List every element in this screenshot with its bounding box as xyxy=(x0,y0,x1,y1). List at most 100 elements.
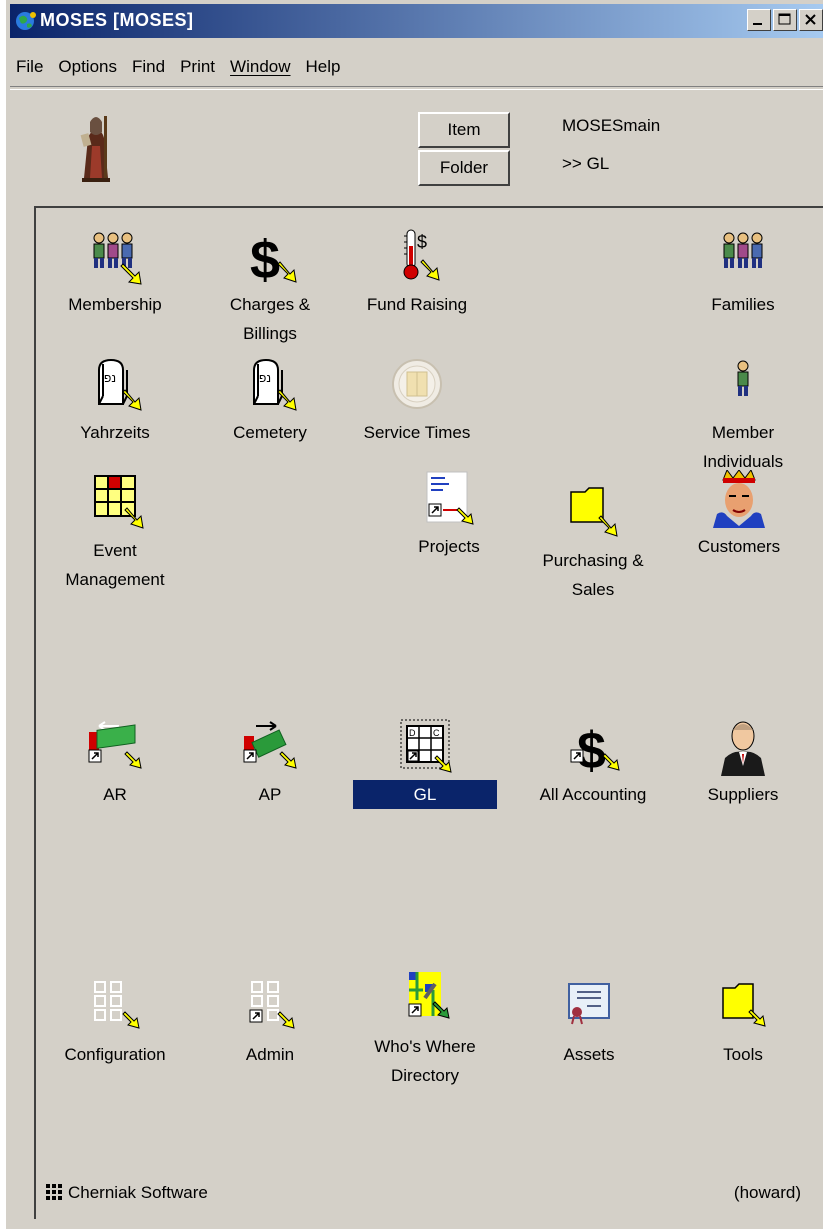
tile-gl[interactable]: D C GL xyxy=(350,718,500,809)
tile-customers[interactable]: Customers xyxy=(664,470,814,561)
tile-label: Member Individuals xyxy=(702,423,784,471)
tile-label: Tools xyxy=(723,1045,763,1064)
tile-event-management[interactable]: Event Management xyxy=(40,474,190,594)
tile-fund-raising[interactable]: $ Fund Raising xyxy=(342,228,492,319)
tile-member-individuals[interactable]: Member Individuals xyxy=(668,356,818,476)
path-label: >> GL xyxy=(562,154,610,173)
tile-suppliers[interactable]: Suppliers xyxy=(668,718,818,809)
main-window: MOSES [MOSES] File Options Find Print Wi… xyxy=(6,0,823,1229)
tile-label: Assets xyxy=(563,1045,615,1064)
svg-text:D: D xyxy=(409,728,416,738)
minimize-icon xyxy=(753,23,762,25)
tile-label: Purchasing & Sales xyxy=(542,551,644,599)
minimize-button[interactable] xyxy=(747,9,771,31)
tile-cemetery[interactable]: נפ Cemetery xyxy=(195,356,345,447)
folder-panel: Membership $ Charges & Billings $ Fund R… xyxy=(34,206,823,1219)
tile-yahrzeits[interactable]: נפ Yahrzeits xyxy=(40,356,190,447)
menu-find[interactable]: Find xyxy=(126,52,174,82)
close-button[interactable] xyxy=(799,9,823,31)
tile-tools[interactable]: Tools xyxy=(668,978,818,1069)
moses-figure-icon xyxy=(80,116,110,182)
menu-divider xyxy=(10,86,823,90)
tile-projects[interactable]: Projects xyxy=(374,470,524,561)
menu-window[interactable]: Window xyxy=(224,52,299,82)
thermometer-icon: $ xyxy=(403,229,440,281)
tile-ap[interactable]: AP xyxy=(195,718,345,809)
folder-button[interactable]: Folder xyxy=(418,150,510,186)
svg-text:נפ: נפ xyxy=(259,371,271,385)
businessman-icon xyxy=(721,721,765,776)
tile-membership[interactable]: Membership xyxy=(40,228,190,319)
tile-label: Projects xyxy=(418,537,480,556)
tile-label: Customers xyxy=(697,537,781,556)
tile-label: AP xyxy=(258,785,282,804)
tile-assets[interactable]: Assets xyxy=(514,978,664,1069)
title-bar[interactable]: MOSES [MOSES] xyxy=(10,4,823,38)
tile-whos-where[interactable]: Who's Where Directory xyxy=(350,970,500,1090)
tile-label: Charges & Billings xyxy=(229,295,311,343)
tile-label: Yahrzeits xyxy=(80,423,150,442)
status-company: Cherniak Software xyxy=(46,1183,208,1203)
tile-label: Cemetery xyxy=(233,423,307,442)
tile-label: Who's Where Directory xyxy=(374,1037,476,1085)
close-icon xyxy=(805,14,816,25)
dollar-icon: $ xyxy=(250,230,297,286)
location-label: MOSESmain xyxy=(562,116,661,135)
calendar-icon xyxy=(94,475,144,529)
person-icon xyxy=(737,360,749,396)
tile-label: Suppliers xyxy=(707,785,779,804)
tile-families[interactable]: Families xyxy=(668,228,818,319)
certificate-icon xyxy=(568,983,610,1025)
globe-icon xyxy=(16,12,36,30)
tile-service-times[interactable]: Service Times xyxy=(342,356,492,447)
tile-all-accounting[interactable]: $ All Accounting xyxy=(518,718,668,809)
money-out-icon xyxy=(243,721,297,769)
document-icon xyxy=(426,471,474,525)
svg-text:$: $ xyxy=(417,232,427,252)
ledger-icon: D C xyxy=(400,719,452,773)
tile-purchasing-sales[interactable]: Purchasing & Sales xyxy=(518,484,668,604)
tile-label: AR xyxy=(103,785,127,804)
tile-label: All Accounting xyxy=(539,785,647,804)
clock-icon xyxy=(392,359,442,409)
tile-ar[interactable]: AR xyxy=(40,718,190,809)
svg-text:$: $ xyxy=(250,230,280,286)
maximize-icon xyxy=(778,13,791,25)
network-icon xyxy=(94,981,140,1029)
svg-text:נפ: נפ xyxy=(104,371,116,385)
status-user: (howard) xyxy=(733,1183,801,1202)
grid-logo-icon xyxy=(46,1184,62,1200)
company-name: Cherniak Software xyxy=(68,1183,208,1202)
svg-text:C: C xyxy=(433,728,440,738)
folder-icon xyxy=(722,983,766,1027)
tile-label: Configuration xyxy=(64,1045,166,1064)
menu-file[interactable]: File xyxy=(10,52,52,82)
people-icon xyxy=(93,232,142,285)
tile-admin[interactable]: Admin xyxy=(195,978,345,1069)
tombstone-icon: נפ xyxy=(253,358,297,411)
map-icon xyxy=(408,972,450,1019)
tile-charges-billings[interactable]: $ Charges & Billings xyxy=(195,228,345,348)
tile-label: Service Times xyxy=(363,423,471,442)
king-icon xyxy=(713,470,765,528)
svg-text:$: $ xyxy=(577,722,606,776)
menu-options[interactable]: Options xyxy=(52,52,126,82)
menu-print[interactable]: Print xyxy=(174,52,224,82)
tombstone-icon: נפ xyxy=(98,358,142,411)
menu-bar: File Options Find Print Window Help xyxy=(10,52,349,82)
tile-label: Fund Raising xyxy=(366,295,468,314)
tile-configuration[interactable]: Configuration xyxy=(40,978,190,1069)
folder-icon xyxy=(570,487,618,537)
maximize-button[interactable] xyxy=(773,9,797,31)
item-button[interactable]: Item xyxy=(418,112,510,148)
menu-help[interactable]: Help xyxy=(300,52,350,82)
people-icon xyxy=(723,232,763,268)
tile-label: Event Management xyxy=(65,541,165,589)
money-in-icon xyxy=(88,721,142,769)
tile-label: Membership xyxy=(68,295,162,314)
window-title: MOSES [MOSES] xyxy=(40,10,194,30)
tile-label: Admin xyxy=(245,1045,295,1064)
tile-label: GL xyxy=(353,780,497,809)
tile-label: Families xyxy=(711,295,775,314)
dollar-icon: $ xyxy=(570,722,620,776)
